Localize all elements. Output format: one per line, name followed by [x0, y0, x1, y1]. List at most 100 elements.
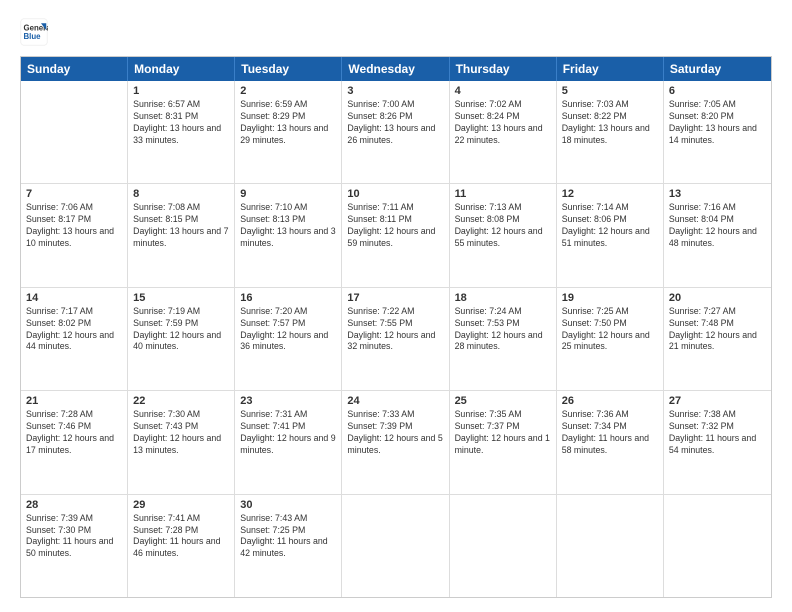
header: General Blue — [20, 18, 772, 46]
calendar-row: 7 Sunrise: 7:06 AMSunset: 8:17 PMDaylight… — [21, 184, 771, 287]
cell-info: Sunrise: 7:22 AMSunset: 7:55 PMDaylight:… — [347, 306, 443, 354]
day-number: 12 — [562, 188, 658, 200]
cell-info: Sunrise: 7:39 AMSunset: 7:30 PMDaylight:… — [26, 513, 122, 561]
cell-info: Sunrise: 7:20 AMSunset: 7:57 PMDaylight:… — [240, 306, 336, 354]
calendar-header: SundayMondayTuesdayWednesdayThursdayFrid… — [21, 57, 771, 81]
calendar-cell: 10Sunrise: 7:11 AMSunset: 8:11 PMDayligh… — [342, 184, 449, 286]
calendar-cell: 24 Sunrise: 7:33 AMSunset: 7:39 PMDayligh… — [342, 391, 449, 493]
calendar-cell: 16 Sunrise: 7:20 AMSunset: 7:57 PMDayligh… — [235, 288, 342, 390]
day-number: 20 — [669, 292, 766, 304]
cell-info: Sunrise: 7:03 AMSunset: 8:22 PMDaylight:… — [562, 99, 658, 147]
day-number: 6 — [669, 85, 766, 97]
logo-icon: General Blue — [20, 18, 48, 46]
day-number: 26 — [562, 395, 658, 407]
calendar-cell: 20 Sunrise: 7:27 AMSunset: 7:48 PMDayligh… — [664, 288, 771, 390]
day-number: 2 — [240, 85, 336, 97]
day-number: 17 — [347, 292, 443, 304]
weekday-header: Sunday — [21, 57, 128, 81]
calendar-cell: 15 Sunrise: 7:19 AMSunset: 7:59 PMDayligh… — [128, 288, 235, 390]
cell-info: Sunrise: 7:11 AMSunset: 8:11 PMDaylight:… — [347, 202, 443, 250]
weekday-header: Friday — [557, 57, 664, 81]
calendar-cell: 9 Sunrise: 7:10 AMSunset: 8:13 PMDaylight… — [235, 184, 342, 286]
day-number: 27 — [669, 395, 766, 407]
calendar-cell: 12 Sunrise: 7:14 AMSunset: 8:06 PMDayligh… — [557, 184, 664, 286]
cell-info: Sunrise: 6:57 AMSunset: 8:31 PMDaylight:… — [133, 99, 229, 147]
weekday-header: Tuesday — [235, 57, 342, 81]
calendar-row: 14 Sunrise: 7:17 AMSunset: 8:02 PMDayligh… — [21, 288, 771, 391]
cell-info: Sunrise: 7:00 AMSunset: 8:26 PMDaylight:… — [347, 99, 443, 147]
cell-info: Sunrise: 7:27 AMSunset: 7:48 PMDaylight:… — [669, 306, 766, 354]
day-number: 5 — [562, 85, 658, 97]
day-number: 1 — [133, 85, 229, 97]
calendar-cell — [21, 81, 128, 183]
calendar-cell: 3 Sunrise: 7:00 AMSunset: 8:26 PMDaylight… — [342, 81, 449, 183]
cell-info: Sunrise: 7:28 AMSunset: 7:46 PMDaylight:… — [26, 409, 122, 457]
day-number: 24 — [347, 395, 443, 407]
cell-info: Sunrise: 7:33 AMSunset: 7:39 PMDaylight:… — [347, 409, 443, 457]
weekday-header: Thursday — [450, 57, 557, 81]
calendar-cell: 8 Sunrise: 7:08 AMSunset: 8:15 PMDaylight… — [128, 184, 235, 286]
logo: General Blue — [20, 18, 48, 46]
day-number: 14 — [26, 292, 122, 304]
day-number: 8 — [133, 188, 229, 200]
cell-info: Sunrise: 7:10 AMSunset: 8:13 PMDaylight:… — [240, 202, 336, 250]
calendar-cell: 13 Sunrise: 7:16 AMSunset: 8:04 PMDayligh… — [664, 184, 771, 286]
calendar-cell: 17 Sunrise: 7:22 AMSunset: 7:55 PMDayligh… — [342, 288, 449, 390]
day-number: 4 — [455, 85, 551, 97]
calendar-cell: 1 Sunrise: 6:57 AMSunset: 8:31 PMDaylight… — [128, 81, 235, 183]
calendar-cell: 29 Sunrise: 7:41 AMSunset: 7:28 PMDayligh… — [128, 495, 235, 597]
calendar-cell: 18Sunrise: 7:24 AMSunset: 7:53 PMDayligh… — [450, 288, 557, 390]
day-number: 13 — [669, 188, 766, 200]
cell-info: Sunrise: 7:13 AMSunset: 8:08 PMDaylight:… — [455, 202, 551, 250]
cell-info: Sunrise: 7:43 AMSunset: 7:25 PMDaylight:… — [240, 513, 336, 561]
day-number: 18 — [455, 292, 551, 304]
calendar-cell: 14 Sunrise: 7:17 AMSunset: 8:02 PMDayligh… — [21, 288, 128, 390]
cell-info: Sunrise: 7:14 AMSunset: 8:06 PMDaylight:… — [562, 202, 658, 250]
cell-info: Sunrise: 7:41 AMSunset: 7:28 PMDaylight:… — [133, 513, 229, 561]
calendar-cell: 4 Sunrise: 7:02 AMSunset: 8:24 PMDaylight… — [450, 81, 557, 183]
day-number: 15 — [133, 292, 229, 304]
calendar-cell: 28 Sunrise: 7:39 AMSunset: 7:30 PMDayligh… — [21, 495, 128, 597]
calendar-row: 21Sunrise: 7:28 AMSunset: 7:46 PMDayligh… — [21, 391, 771, 494]
calendar-cell: 27 Sunrise: 7:38 AMSunset: 7:32 PMDayligh… — [664, 391, 771, 493]
calendar-cell — [450, 495, 557, 597]
cell-info: Sunrise: 7:36 AMSunset: 7:34 PMDaylight:… — [562, 409, 658, 457]
cell-info: Sunrise: 7:02 AMSunset: 8:24 PMDaylight:… — [455, 99, 551, 147]
day-number: 22 — [133, 395, 229, 407]
day-number: 25 — [455, 395, 551, 407]
day-number: 16 — [240, 292, 336, 304]
cell-info: Sunrise: 7:17 AMSunset: 8:02 PMDaylight:… — [26, 306, 122, 354]
cell-info: Sunrise: 7:06 AMSunset: 8:17 PMDaylight:… — [26, 202, 122, 250]
day-number: 28 — [26, 499, 122, 511]
cell-info: Sunrise: 7:30 AMSunset: 7:43 PMDaylight:… — [133, 409, 229, 457]
calendar-body: 1 Sunrise: 6:57 AMSunset: 8:31 PMDaylight… — [21, 81, 771, 597]
page: General Blue SundayMondayTuesdayWednesda… — [0, 0, 792, 612]
calendar-cell: 30Sunrise: 7:43 AMSunset: 7:25 PMDayligh… — [235, 495, 342, 597]
day-number: 11 — [455, 188, 551, 200]
calendar-cell: 7 Sunrise: 7:06 AMSunset: 8:17 PMDaylight… — [21, 184, 128, 286]
day-number: 29 — [133, 499, 229, 511]
calendar-cell — [557, 495, 664, 597]
calendar: SundayMondayTuesdayWednesdayThursdayFrid… — [20, 56, 772, 598]
cell-info: Sunrise: 7:38 AMSunset: 7:32 PMDaylight:… — [669, 409, 766, 457]
cell-info: Sunrise: 7:25 AMSunset: 7:50 PMDaylight:… — [562, 306, 658, 354]
day-number: 7 — [26, 188, 122, 200]
cell-info: Sunrise: 7:08 AMSunset: 8:15 PMDaylight:… — [133, 202, 229, 250]
weekday-header: Saturday — [664, 57, 771, 81]
cell-info: Sunrise: 7:35 AMSunset: 7:37 PMDaylight:… — [455, 409, 551, 457]
calendar-cell: 19 Sunrise: 7:25 AMSunset: 7:50 PMDayligh… — [557, 288, 664, 390]
cell-info: Sunrise: 7:19 AMSunset: 7:59 PMDaylight:… — [133, 306, 229, 354]
cell-info: Sunrise: 7:16 AMSunset: 8:04 PMDaylight:… — [669, 202, 766, 250]
calendar-cell — [342, 495, 449, 597]
cell-info: Sunrise: 7:05 AMSunset: 8:20 PMDaylight:… — [669, 99, 766, 147]
calendar-cell: 26 Sunrise: 7:36 AMSunset: 7:34 PMDayligh… — [557, 391, 664, 493]
day-number: 23 — [240, 395, 336, 407]
day-number: 19 — [562, 292, 658, 304]
day-number: 3 — [347, 85, 443, 97]
day-number: 9 — [240, 188, 336, 200]
weekday-header: Wednesday — [342, 57, 449, 81]
calendar-cell: 22 Sunrise: 7:30 AMSunset: 7:43 PMDayligh… — [128, 391, 235, 493]
calendar-row: 28 Sunrise: 7:39 AMSunset: 7:30 PMDayligh… — [21, 495, 771, 597]
cell-info: Sunrise: 7:31 AMSunset: 7:41 PMDaylight:… — [240, 409, 336, 457]
calendar-row: 1 Sunrise: 6:57 AMSunset: 8:31 PMDaylight… — [21, 81, 771, 184]
